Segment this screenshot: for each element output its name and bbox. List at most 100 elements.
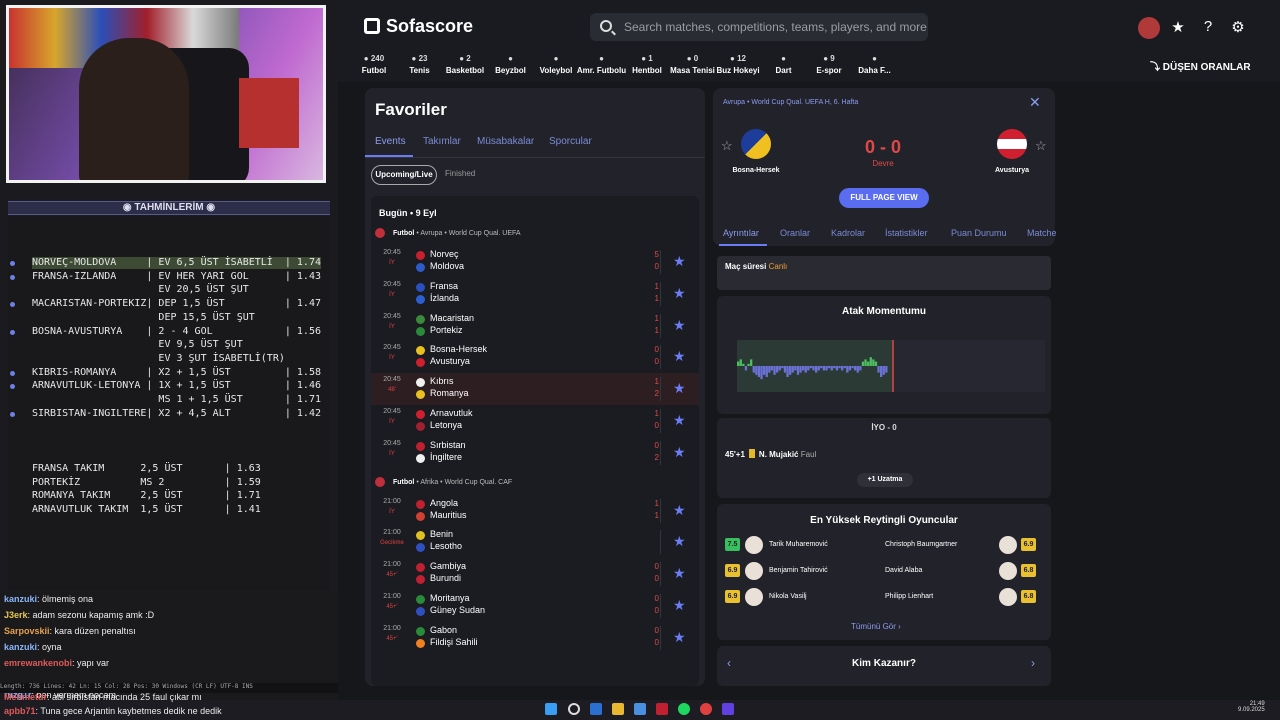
- team-prediction-line: FRANSA TAKIM 2,5 ÜST | 1.63: [32, 463, 261, 474]
- away-flag-icon: [416, 263, 425, 272]
- player-name[interactable]: Tarik Muharemović: [769, 541, 828, 548]
- tab-events[interactable]: Events: [375, 136, 406, 147]
- match-row[interactable]: 20:45 İY Macaristan Portekiz 1 1 ★: [371, 310, 699, 342]
- momentum-bar: [744, 366, 748, 371]
- player-name[interactable]: Nikola Vasilj: [769, 593, 807, 600]
- match-row[interactable]: 20:45 48' Kıbrıs Romanya 1 2 ★: [371, 373, 699, 406]
- sport-name: Futbol: [393, 478, 415, 486]
- match-row[interactable]: 21:00 Gecikme Benin Lesotho ★: [371, 526, 699, 558]
- favorite-star-icon[interactable]: ★: [673, 502, 686, 519]
- detail-tab[interactable]: Kadrolar: [831, 228, 865, 238]
- close-icon[interactable]: ✕: [1029, 94, 1041, 111]
- home-team: Benin: [430, 529, 454, 540]
- active-detail-tab-indicator: [719, 244, 767, 246]
- match-row[interactable]: 20:45 İY Sırbistan İngiltere 0 2 ★: [371, 437, 699, 469]
- favorite-star-icon[interactable]: ★: [673, 380, 686, 397]
- competition-icon: [375, 228, 385, 238]
- home-flag-icon: [416, 346, 425, 356]
- favorite-star-icon[interactable]: ★: [673, 253, 686, 270]
- favorite-star-icon[interactable]: ★: [673, 317, 686, 334]
- detail-tab[interactable]: Matche: [1027, 228, 1057, 238]
- favorite-star-icon[interactable]: ★: [673, 565, 686, 582]
- search-taskbar-icon[interactable]: [568, 703, 580, 715]
- player-name[interactable]: Philipp Lienhart: [885, 593, 933, 600]
- favorite-star-icon[interactable]: ★: [673, 629, 686, 646]
- bullet-icon: [10, 261, 15, 266]
- player-name[interactable]: Benjamin Tahirović: [769, 567, 828, 574]
- away-team-name[interactable]: Avusturya: [972, 167, 1052, 174]
- next-arrow-icon[interactable]: ›: [1031, 656, 1035, 670]
- competition-header[interactable]: Futbol • Avrupa • World Cup Qual. UEFA: [375, 228, 521, 238]
- home-team: Gabon: [430, 624, 458, 635]
- player-rating: 6.9: [725, 590, 740, 603]
- stream-overlay: ◉ TAHMİNLERİM ◉ NORVEÇ-MOLDOVA | EV 6,5 …: [0, 0, 338, 720]
- discord-icon[interactable]: [722, 703, 734, 715]
- match-row[interactable]: 21:00 45+' Gambiya Burundi 0 0 ★: [371, 558, 699, 590]
- tab-musabakalar[interactable]: Müsabakalar: [477, 136, 534, 147]
- chat-username: Mehmetdr: [4, 692, 48, 702]
- sport-daha-f-[interactable]: ● Daha F...: [845, 54, 905, 75]
- match-detail-panel: Avrupa • World Cup Qual. UEFA H, 6. Haft…: [713, 88, 1057, 686]
- away-flag-icon: [416, 607, 425, 616]
- favorite-star-icon[interactable]: ★: [673, 444, 686, 461]
- match-row[interactable]: 21:00 45+' Moritanya Güney Sudan 0 0 ★: [371, 590, 699, 622]
- system-clock[interactable]: 21:49 9.09.2025: [1238, 701, 1265, 713]
- away-team: Moldova: [430, 261, 465, 271]
- match-row[interactable]: 20:45 İY Fransa İzlanda 1 1 ★: [371, 278, 699, 310]
- favorite-star-icon[interactable]: ★: [673, 597, 686, 614]
- see-all-link[interactable]: Tümünü Gör ›: [851, 622, 901, 631]
- home-team-name[interactable]: Bosna-Hersek: [716, 167, 796, 174]
- favorite-star-icon[interactable]: ★: [673, 412, 686, 429]
- files-icon[interactable]: [634, 703, 646, 715]
- file-explorer-icon[interactable]: [612, 703, 624, 715]
- favorite-star-icon[interactable]: ★: [673, 285, 686, 302]
- favorites-star-icon[interactable]: ★: [1168, 18, 1188, 36]
- match-row[interactable]: 20:45 İY Arnavutluk Letonya 1 0 ★: [371, 405, 699, 437]
- home-star-icon[interactable]: ☆: [721, 138, 733, 154]
- match-row[interactable]: 20:45 İY Bosna-Hersek Avusturya 0 0 ★: [371, 341, 699, 373]
- away-star-icon[interactable]: ☆: [1035, 138, 1047, 154]
- chip-finished[interactable]: Finished: [445, 169, 475, 178]
- favorite-star-icon[interactable]: ★: [673, 533, 686, 550]
- full-page-view-button[interactable]: FULL PAGE VIEW: [839, 188, 929, 208]
- away-score: 2: [654, 452, 659, 462]
- help-icon[interactable]: ?: [1198, 18, 1218, 35]
- steam-icon[interactable]: [590, 703, 602, 715]
- tab-takimlar[interactable]: Takımlar: [423, 136, 461, 147]
- detail-tab[interactable]: Ayrıntılar: [723, 228, 759, 238]
- dusen-oranlar-button[interactable]: ⤵ DÜŞEN ORANLAR: [1150, 58, 1251, 73]
- opera-icon[interactable]: [656, 703, 668, 715]
- bullet-icon: [10, 329, 15, 335]
- home-flag-icon: [416, 499, 425, 509]
- match-time: 21:00: [383, 624, 401, 632]
- tab-sporcular[interactable]: Sporcular: [549, 136, 592, 147]
- momentum-bar: [763, 366, 766, 375]
- player-name[interactable]: Christoph Baumgartner: [885, 541, 957, 548]
- momentum-bar: [781, 366, 784, 369]
- match-status: İY: [389, 419, 395, 425]
- user-avatar[interactable]: [1138, 17, 1160, 39]
- chrome-icon[interactable]: [700, 703, 712, 715]
- windows-start-icon[interactable]: [545, 703, 557, 715]
- settings-gear-icon[interactable]: ⚙: [1228, 18, 1248, 36]
- search-input[interactable]: Search matches, competitions, teams, pla…: [590, 13, 928, 41]
- prediction-line: EV 9,5 ÜST ŞUT: [32, 339, 243, 351]
- competition-header[interactable]: Futbol • Afrika • World Cup Qual. CAF: [375, 476, 512, 487]
- sofascore-logo[interactable]: Sofascore: [364, 16, 473, 37]
- chip-upcoming-live[interactable]: Upcoming/Live: [371, 165, 437, 185]
- momentum-bar: [791, 366, 794, 373]
- team-prediction-line: ARNAVUTLUK TAKIM 1,5 ÜST | 1.41: [32, 504, 261, 516]
- favorite-star-icon[interactable]: ★: [673, 348, 686, 365]
- more-icon: ●: [872, 54, 877, 63]
- breadcrumb[interactable]: Avrupa • World Cup Qual. UEFA H, 6. Haft…: [723, 99, 858, 106]
- momentum-bar: [737, 361, 740, 366]
- detail-tab[interactable]: Puan Durumu: [951, 228, 1007, 238]
- detail-tab[interactable]: İstatistikler: [885, 228, 928, 238]
- match-row[interactable]: 21:00 45+' Gabon Fildişi Sahili 0 0 ★: [371, 622, 699, 654]
- detail-tab[interactable]: Oranlar: [780, 228, 810, 238]
- match-row[interactable]: 20:45 İY Norveç Moldova 5 0 ★: [371, 246, 699, 278]
- chat-text: : Tuna gece Arjantin kaybetmes dedik ne …: [35, 706, 222, 716]
- spotify-icon[interactable]: [678, 703, 690, 715]
- match-row[interactable]: 21:00 İY Angola Mauritius 1 1 ★: [371, 495, 699, 527]
- player-name[interactable]: David Alaba: [885, 567, 922, 574]
